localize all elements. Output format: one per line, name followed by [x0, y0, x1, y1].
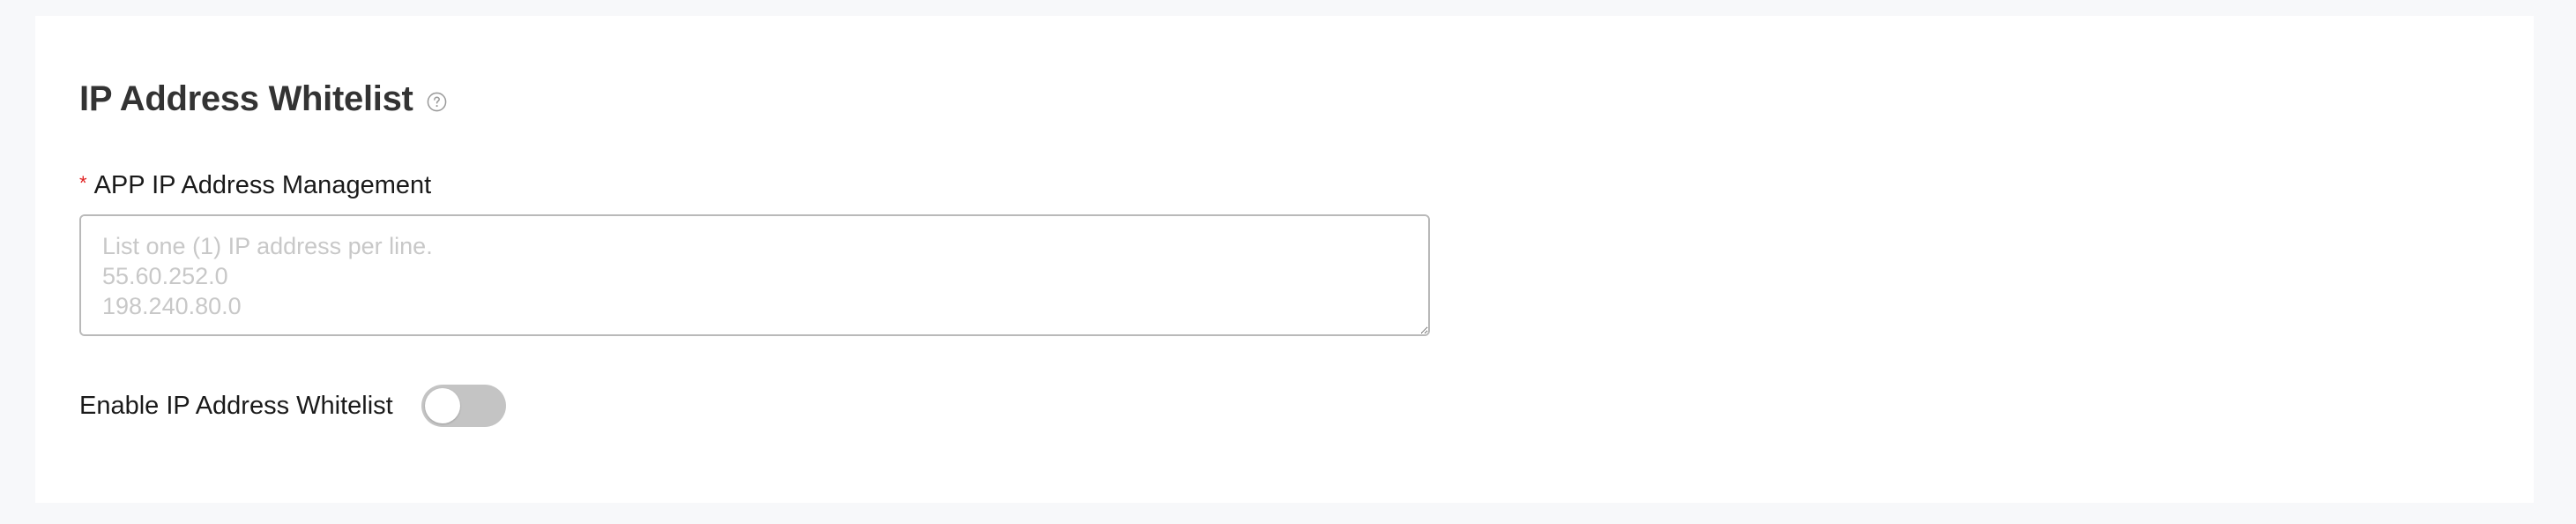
ip-address-textarea[interactable] — [79, 214, 1430, 336]
page-title: IP Address Whitelist — [79, 79, 413, 118]
whitelist-toggle-switch[interactable] — [421, 385, 506, 427]
ip-management-label-text: APP IP Address Management — [93, 171, 432, 199]
toggle-knob — [424, 388, 460, 423]
required-marker: * — [79, 171, 87, 194]
whitelist-toggle-label: Enable IP Address Whitelist — [79, 391, 393, 420]
section-header: IP Address Whitelist — [79, 79, 447, 119]
question-circle-icon[interactable] — [427, 92, 447, 112]
ip-management-label: * APP IP Address Management — [79, 171, 431, 200]
whitelist-card: IP Address Whitelist * APP IP Address Ma… — [35, 16, 2534, 503]
whitelist-toggle-row: Enable IP Address Whitelist — [79, 385, 506, 427]
